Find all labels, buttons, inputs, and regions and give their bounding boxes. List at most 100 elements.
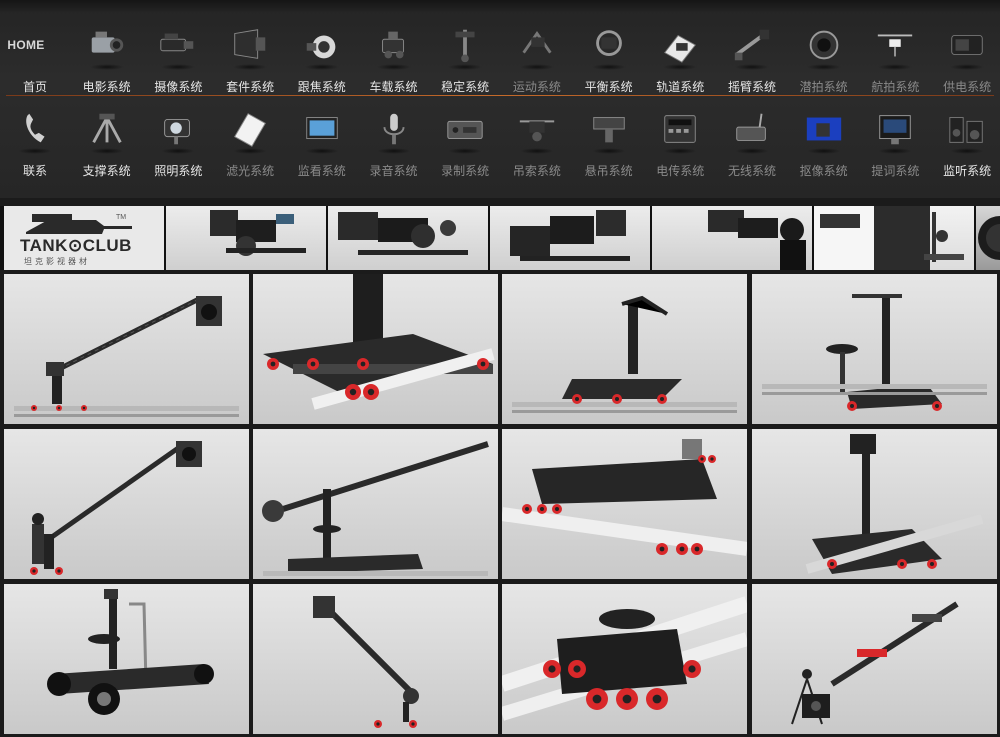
nav-item-support[interactable]: 支撑系统	[72, 100, 142, 178]
nav-item-transmit[interactable]: 电传系统	[645, 100, 715, 178]
nav-item-contact[interactable]: 联系	[0, 100, 70, 178]
nav-label-monitor: 监看系统	[297, 164, 346, 178]
nav-item-hanging[interactable]: 悬吊系统	[574, 100, 644, 178]
main-navigation: HOME 首页 电影系统 摄像系统 套件系统 跟焦系统 车载系统 稳定系统 运动系统 平衡系统 轨道…	[0, 0, 1000, 198]
nav-item-film[interactable]: 电影系统	[72, 16, 142, 94]
nav-row-2: 联系 支撑系统 照明系统 滤光系统 监看系统 录音系统 录制系统 吊索系统 悬吊系统 电传系统 无线…	[0, 100, 1000, 178]
nav-item-listen[interactable]: 监听系统	[932, 100, 1000, 178]
track-dolly-icon	[659, 24, 701, 70]
nav-label-power: 供电系统	[943, 80, 992, 94]
product-seat-dolly-on-track[interactable]	[752, 274, 997, 424]
nav-label-track: 轨道系统	[656, 80, 705, 94]
product-image	[502, 439, 747, 556]
product-image	[14, 296, 239, 417]
camcorder-icon	[157, 24, 199, 70]
product-image	[313, 596, 419, 728]
banner-photo-1[interactable]	[166, 206, 326, 270]
gimbal-icon	[588, 24, 630, 70]
product-tripod-dolly-on-track[interactable]	[502, 274, 747, 424]
nav-item-power[interactable]: 供电系统	[932, 16, 1000, 94]
product-image	[47, 589, 214, 715]
nav-item-record[interactable]: 录制系统	[430, 100, 500, 178]
nav-item-audio[interactable]: 录音系统	[359, 100, 429, 178]
nav-item-focus[interactable]: 跟焦系统	[287, 16, 357, 94]
car-mount-icon	[373, 24, 415, 70]
product-jib-arm-with-seat[interactable]	[253, 429, 498, 579]
product-image	[791, 601, 959, 725]
tankclub-logo[interactable]: TM TANK⊙CLUB 坦克影视器材	[4, 206, 164, 270]
spotlight-icon	[157, 108, 199, 154]
nav-item-home[interactable]: HOME 首页	[0, 16, 70, 94]
nav-item-wireless[interactable]: 无线系统	[717, 100, 787, 178]
nav-label-camcorder: 摄像系统	[154, 80, 203, 94]
banner-photo-3[interactable]	[490, 206, 650, 270]
nav-item-diffusion[interactable]: 滤光系统	[215, 100, 285, 178]
nav-label-aerial: 航拍系统	[871, 80, 920, 94]
nav-top-shade	[0, 0, 1000, 12]
banner-photo-2[interactable]	[328, 206, 488, 270]
nav-label-audio: 录音系统	[369, 164, 418, 178]
product-motorized-slider[interactable]	[752, 584, 997, 734]
banner-photo-4[interactable]	[652, 206, 812, 270]
product-monitor-seat-dolly[interactable]	[752, 429, 997, 579]
phone-icon	[14, 108, 56, 154]
nav-item-keying[interactable]: 抠像系统	[789, 100, 859, 178]
nav-item-motion[interactable]: 运动系统	[502, 16, 572, 94]
motion-rig-icon	[516, 24, 558, 70]
cinema-camera-icon	[86, 24, 128, 70]
camera-rig-photo-2	[338, 212, 468, 255]
nav-item-kit[interactable]: 套件系统	[215, 16, 285, 94]
chroma-key-icon	[803, 108, 845, 154]
nav-item-underwater[interactable]: 潜拍系统	[789, 16, 859, 94]
speakers-icon	[946, 108, 988, 154]
nav-item-stabilizer[interactable]: 稳定系统	[430, 16, 500, 94]
camera-rig-photo-3	[510, 210, 630, 261]
underwater-housing-icon	[803, 24, 845, 70]
tripod-icon	[86, 108, 128, 154]
product-image	[805, 434, 984, 574]
product-dolly-platform-closeup[interactable]	[253, 274, 498, 424]
nav-label-contact: 联系	[22, 164, 47, 178]
nav-label-diffusion: 滤光系统	[226, 164, 275, 178]
product-mini-jib-crane[interactable]	[253, 584, 498, 734]
nav-label-balance: 平衡系统	[584, 80, 633, 94]
nav-label-focus: 跟焦系统	[297, 80, 346, 94]
nav-item-cable[interactable]: 吊索系统	[502, 100, 572, 178]
product-jib-crane-on-track[interactable]	[4, 274, 249, 424]
camera-rig-photo	[210, 210, 306, 256]
nav-item-monitor[interactable]: 监看系统	[287, 100, 357, 178]
lens-photo	[978, 216, 1000, 260]
operator-camera-photo	[708, 210, 806, 270]
recorder-icon	[444, 108, 486, 154]
nav-label-cable: 吊索系统	[512, 164, 561, 178]
nav-label-vehicle: 车载系统	[369, 80, 418, 94]
product-wheeled-camera-cart[interactable]	[4, 584, 249, 734]
nav-label-keying: 抠像系统	[799, 164, 848, 178]
wireless-transmitter-icon	[731, 108, 773, 154]
product-jib-crane-with-operator[interactable]	[4, 429, 249, 579]
product-image	[512, 295, 737, 413]
product-skater-dolly-plate[interactable]	[502, 584, 747, 734]
nav-item-prompter[interactable]: 提词系统	[860, 100, 930, 178]
follow-focus-icon	[301, 24, 343, 70]
product-image	[262, 441, 489, 576]
nav-item-lighting[interactable]: 照明系统	[143, 100, 213, 178]
nav-item-vehicle[interactable]: 车载系统	[359, 16, 429, 94]
logo-text: TANK⊙CLUB	[20, 236, 132, 255]
matte-box-icon	[229, 24, 271, 70]
nav-label-wireless: 无线系统	[727, 164, 776, 178]
nav-divider	[6, 95, 994, 96]
nav-item-balance[interactable]: 平衡系统	[574, 16, 644, 94]
product-track-dolly-angle[interactable]	[502, 429, 747, 579]
nav-label-record: 录制系统	[441, 164, 490, 178]
nav-item-track[interactable]: 轨道系统	[645, 16, 715, 94]
microphone-icon	[373, 108, 415, 154]
nav-label-listen: 监听系统	[943, 164, 992, 178]
banner-photo-5[interactable]	[814, 206, 974, 270]
banner-photo-6[interactable]	[976, 206, 1000, 270]
nav-item-camcorder[interactable]: 摄像系统	[143, 16, 213, 94]
nav-item-aerial[interactable]: 航拍系统	[860, 16, 930, 94]
nav-item-jib[interactable]: 摇臂系统	[717, 16, 787, 94]
product-image	[762, 294, 987, 411]
jib-arm-icon	[731, 24, 773, 70]
